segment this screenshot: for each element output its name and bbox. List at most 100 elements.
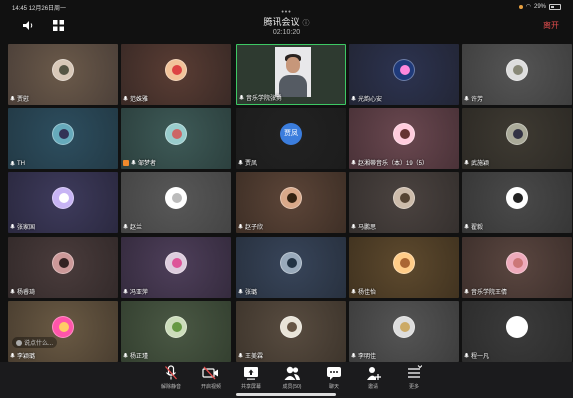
participant-tile[interactable]: 李明佳 — [349, 301, 459, 362]
participant-tile[interactable]: 马鹏思 — [349, 172, 459, 233]
participant-name: 音乐学院张勇 — [246, 96, 283, 102]
members-label: 成员(50) — [282, 384, 302, 390]
participant-label: 武施颖 — [464, 158, 489, 167]
participant-tile[interactable]: 赵湘蒂音乐（本）19（5） — [349, 108, 459, 169]
avatar — [52, 252, 74, 274]
participant-tile[interactable]: 音乐学院王倩 — [462, 237, 572, 298]
mute-button[interactable]: 解除静音 — [151, 365, 191, 390]
home-indicator[interactable] — [236, 393, 336, 396]
participant-tile[interactable]: 杨佳怡 — [349, 237, 459, 298]
meeting-title-text: 腾讯会议 — [263, 17, 300, 27]
participant-label: 音乐学院王倩 — [464, 287, 507, 296]
participant-label: 杨睿琦 — [10, 287, 35, 296]
participant-label: 音乐学院张勇 — [239, 93, 282, 102]
mic-icon — [238, 159, 243, 164]
mic-icon — [351, 159, 356, 164]
participant-label: TH — [10, 161, 25, 167]
participant-label: 范姝雅 — [123, 94, 148, 103]
participant-name: 赵子欣 — [245, 225, 264, 231]
participant-label: 光韵心安 — [351, 94, 382, 103]
participant-tile[interactable]: 杨睿琦 — [8, 237, 118, 298]
participant-label: 许芳 — [464, 94, 483, 103]
members-button[interactable]: 成员(50) — [272, 365, 312, 390]
leave-button[interactable]: 离开 — [543, 20, 559, 31]
participant-label: 张璐 — [238, 287, 257, 296]
meeting-title[interactable]: 腾讯会议 ⓘ — [0, 15, 573, 28]
participant-tile[interactable]: 张璐 — [236, 237, 346, 298]
participant-name: 许芳 — [471, 97, 484, 103]
participant-label: 李明佳 — [351, 351, 376, 360]
mic-icon — [131, 159, 136, 164]
avatar — [280, 252, 302, 274]
participant-label: 杨佳怡 — [351, 287, 376, 296]
participant-label: 马鹏思 — [351, 222, 376, 231]
avatar — [52, 123, 74, 145]
info-icon[interactable]: ⓘ — [303, 20, 310, 27]
avatar — [165, 123, 187, 145]
participant-name: 杨佳怡 — [358, 290, 377, 296]
participant-name: 程一凡 — [471, 354, 490, 360]
participant-name: 冯亚萍 — [130, 290, 149, 296]
members-icon — [284, 366, 300, 380]
chat-input-tip[interactable]: 说点什么... — [12, 337, 58, 348]
participant-name: 杨正瑾 — [130, 354, 149, 360]
participant-label: 程一凡 — [464, 351, 489, 360]
participant-tile[interactable]: 赵子欣 — [236, 172, 346, 233]
participant-tile[interactable]: 程一凡 — [462, 301, 572, 362]
participant-name: 张家国 — [17, 225, 36, 231]
more-button[interactable]: 更多 — [394, 365, 434, 390]
invite-label: 邀请 — [367, 384, 378, 390]
participant-tile[interactable]: 冯亚萍 — [121, 237, 231, 298]
participant-tile[interactable]: 说点什么... 李颖璐 — [8, 301, 118, 362]
participant-label: 张家国 — [10, 222, 35, 231]
participant-tile[interactable]: 张家国 — [8, 172, 118, 233]
participant-tile[interactable]: 邹梦者 — [121, 108, 231, 169]
meeting-duration: 02:10:20 — [272, 29, 301, 36]
participant-tile[interactable]: 王美霖 — [236, 301, 346, 362]
participant-tile[interactable]: TH — [8, 108, 118, 169]
participant-tile[interactable]: 翟毅 — [462, 172, 572, 233]
chat-button[interactable]: 聊天 — [314, 365, 354, 390]
participant-tile[interactable]: 贾凤 贾凤 — [236, 108, 346, 169]
share-screen-button[interactable]: 共享屏幕 — [231, 365, 271, 390]
avatar — [506, 123, 528, 145]
participant-label: 邹梦者 — [123, 158, 156, 167]
video-button[interactable]: 开启视频 — [191, 365, 231, 390]
participant-label: 翟毅 — [464, 222, 483, 231]
mic-icon — [464, 223, 469, 228]
participant-tile[interactable]: 贾慰 — [8, 44, 118, 105]
chat-tip-text: 说点什么... — [24, 341, 54, 347]
mic-icon — [123, 352, 128, 357]
participant-name: 贾慰 — [17, 97, 30, 103]
participant-name: 杨睿琦 — [17, 290, 36, 296]
avatar — [165, 59, 187, 81]
participant-grid: 贾慰 范姝雅 音乐学院张勇 光韵心安 许芳 TH 邹梦者 贾凤 贾凤赵湘蒂音乐（本）19（5） 武… — [8, 44, 572, 362]
participant-tile[interactable]: 光韵心安 — [349, 44, 459, 105]
participant-name: 范姝雅 — [130, 97, 149, 103]
participant-name: 邹梦者 — [138, 161, 157, 167]
participant-label: 贾慰 — [10, 94, 29, 103]
participant-tile[interactable]: 范姝雅 — [121, 44, 231, 105]
mic-icon — [123, 223, 128, 228]
avatar — [52, 59, 74, 81]
mic-icon — [464, 159, 469, 164]
participant-tile[interactable]: 赵兰 — [121, 172, 231, 233]
mic-icon — [10, 352, 15, 357]
participant-tile[interactable]: 武施颖 — [462, 108, 572, 169]
chat-bubble-icon — [16, 339, 22, 346]
participant-name: 赵湘蒂音乐（本）19（5） — [358, 161, 429, 167]
participant-name: TH — [17, 161, 25, 167]
participant-tile[interactable]: 杨正瑾 — [121, 301, 231, 362]
avatar — [280, 187, 302, 209]
participant-tile[interactable]: 音乐学院张勇 — [236, 44, 346, 105]
mic-icon — [351, 288, 356, 293]
meeting-header: ••• 腾讯会议 ⓘ 02:10:20 离开 — [0, 9, 573, 42]
video-feed — [275, 47, 311, 97]
participant-name: 赵兰 — [130, 225, 143, 231]
participant-tile[interactable]: 许芳 — [462, 44, 572, 105]
mic-icon — [10, 288, 15, 293]
share-screen-label: 共享屏幕 — [240, 384, 261, 390]
invite-button[interactable]: 邀请 — [353, 365, 393, 390]
mic-off-icon — [165, 365, 177, 380]
participant-label: 冯亚萍 — [123, 287, 148, 296]
